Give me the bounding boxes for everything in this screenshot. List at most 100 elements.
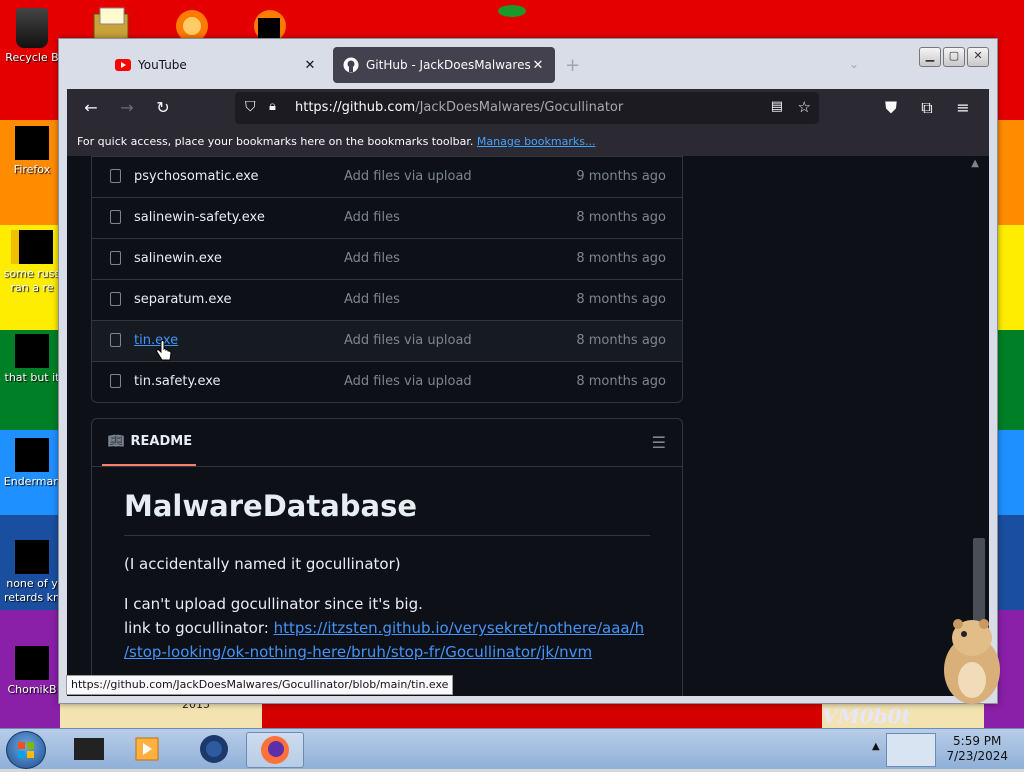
extensions-icon[interactable]: ⧉ [915,97,939,119]
reload-button[interactable]: ↻ [151,97,175,119]
tab-youtube[interactable]: YouTube ✕ [105,47,327,83]
file-name-link[interactable]: separatum.exe [134,292,232,307]
readme-tab[interactable]: 📖︎ README [108,434,192,449]
github-icon [343,57,359,73]
file-icon [15,438,49,472]
file-name-link[interactable]: psychosomatic.exe [134,169,258,184]
desktop-icon-file-2[interactable]: that but it [0,334,64,385]
desktop-icon-firefox[interactable]: Firefox [0,126,64,177]
link-text-2: /stop-looking/ok-nothing-here/bruh/stop-… [124,643,593,661]
taskbar: ▲ 5:59 PM 7/23/2024 [0,728,1024,769]
back-button[interactable]: ← [79,97,103,119]
new-tab-button[interactable]: + [565,55,580,76]
commit-message-link[interactable]: Add files via upload [344,333,472,348]
menu-icon[interactable]: ≡ [951,97,975,119]
taskbar-app-terminal[interactable] [62,732,118,766]
file-icon [15,540,49,574]
maximize-button[interactable]: ▢ [943,47,965,67]
start-button[interactable] [6,731,46,769]
manage-bookmarks-link[interactable]: Manage bookmarks... [477,135,596,148]
url-bar[interactable]: ⛉ 🔒︎ https://github.com/JackDoesMalwares… [235,92,819,124]
file-icon [110,374,121,388]
desktop-icon-file-3[interactable]: none of y retards kn [0,540,64,605]
lock-icon[interactable]: 🔒︎ [269,99,276,114]
url-path: /JackDoesMalwares/Gocullinator [415,100,624,115]
desktop-app-icon[interactable] [170,4,214,42]
close-icon[interactable]: ✕ [303,58,317,73]
desktop-icon-chomik[interactable]: ChomikB [0,646,64,697]
tab-github[interactable]: GitHub - JackDoesMalwares/Go ✕ [333,47,555,83]
taskbar-app-firefox[interactable] [246,732,304,768]
desktop-icon-label: Firefox [13,163,51,176]
commit-date: 8 months ago [576,292,666,307]
commit-message-link[interactable]: Add files via upload [344,169,472,184]
desktop-folder-icon[interactable] [90,4,134,42]
pocket-icon[interactable]: ⛊ [879,97,903,119]
hand-cursor-icon [156,340,172,364]
file-icon [15,646,49,680]
tray-network-icon[interactable] [886,733,936,767]
readme-header: 📖︎ README ☰ [92,419,682,467]
url-host: https://github.com [295,100,416,115]
file-row[interactable]: salinewin.exe Add files 8 months ago [92,238,682,279]
file-row[interactable]: psychosomatic.exe Add files via upload 9 m… [92,156,682,197]
close-icon[interactable]: ✕ [531,58,545,73]
commit-message-link[interactable]: Add files [344,251,400,266]
desktop-icon-label: some russ ran a re [3,267,61,294]
file-name-link[interactable]: salinewin.exe [134,251,222,266]
readme-heading: MalwareDatabase [124,489,650,536]
desktop-icon-label: that but it [4,371,60,384]
desktop-icon-enderman[interactable]: Enderman [0,438,64,489]
taskbar-clock[interactable]: 5:59 PM 7/23/2024 [946,734,1008,764]
tab-bar: YouTube ✕ GitHub - JackDoesMalwares/Go ✕… [59,39,997,89]
reader-view-icon[interactable]: ▤ [771,99,783,114]
chevron-down-icon[interactable]: ⌄ [849,57,859,71]
taskbar-app-globe[interactable] [186,732,242,766]
link-text-1: https://itzsten.github.io/verysekret/not… [273,619,645,637]
commit-message-link[interactable]: Add files [344,210,400,225]
taskbar-app-media-player[interactable] [120,732,176,766]
navigation-toolbar: ← → ↻ ⛉ 🔒︎ https://github.com/JackDoesMa… [67,89,989,127]
readme-tab-label: README [130,434,193,449]
file-name-link[interactable]: salinewin-safety.exe [134,210,265,225]
forward-button[interactable]: → [115,97,139,119]
file-icon [110,333,121,347]
commit-date: 8 months ago [576,210,666,225]
url-text: https://github.com/JackDoesMalwares/Gocu… [295,100,623,115]
commit-message-link[interactable]: Add files [344,292,400,307]
file-name-link[interactable]: tin.safety.exe [134,374,221,389]
file-icon [110,292,121,306]
minimize-button[interactable]: ▁ [919,47,941,67]
tray-expand-icon[interactable]: ▲ [872,741,880,752]
desktop-icon-file-1[interactable]: some russ ran a re [0,230,64,295]
firefox-window: YouTube ✕ GitHub - JackDoesMalwares/Go ✕… [58,38,998,704]
desktop-app-icon-2[interactable] [248,4,292,42]
file-row[interactable]: salinewin-safety.exe Add files 8 months ag… [92,197,682,238]
hamster-desktop-pet[interactable] [936,610,1006,708]
file-icon [15,334,49,368]
wallpaper-green-blob [497,4,527,18]
link-status-tooltip: https://github.com/JackDoesMalwares/Gocu… [66,675,454,695]
outline-list-icon[interactable]: ☰ [652,433,666,452]
file-row[interactable]: tin.safety.exe Add files via upload 8 mont… [92,361,682,402]
bookmark-star-icon[interactable]: ☆ [798,98,811,116]
close-window-button[interactable]: ✕ [967,47,989,67]
readme-panel: 📖︎ README ☰ MalwareDatabase (I accidental… [91,418,683,696]
clock-time: 5:59 PM [953,734,1002,748]
readme-paragraph-1: (I accidentally named it gocullinator) [124,555,401,573]
tab-title: YouTube [138,58,187,72]
desktop-icon-label: ChomikB [7,683,57,696]
desktop-icon-recycle-bin[interactable]: Recycle B [0,8,64,65]
firefox-icon [15,126,49,160]
file-row[interactable]: separatum.exe Add files 8 months ago [92,279,682,320]
shield-icon[interactable]: ⛉ [245,99,256,115]
book-icon: 📖︎ [108,434,125,449]
readme-tab-underline [102,464,196,466]
commit-date: 9 months ago [576,169,666,184]
file-row[interactable]: tin.exe Add files via upload 8 months ago [92,320,682,361]
readme-body: MalwareDatabase (I accidentally named it… [124,489,650,664]
bookmarks-hint-text: For quick access, place your bookmarks h… [77,135,474,148]
clock-date: 7/23/2024 [946,749,1008,763]
commit-message-link[interactable]: Add files via upload [344,374,472,389]
scroll-up-arrow[interactable]: ▲ [971,158,979,169]
